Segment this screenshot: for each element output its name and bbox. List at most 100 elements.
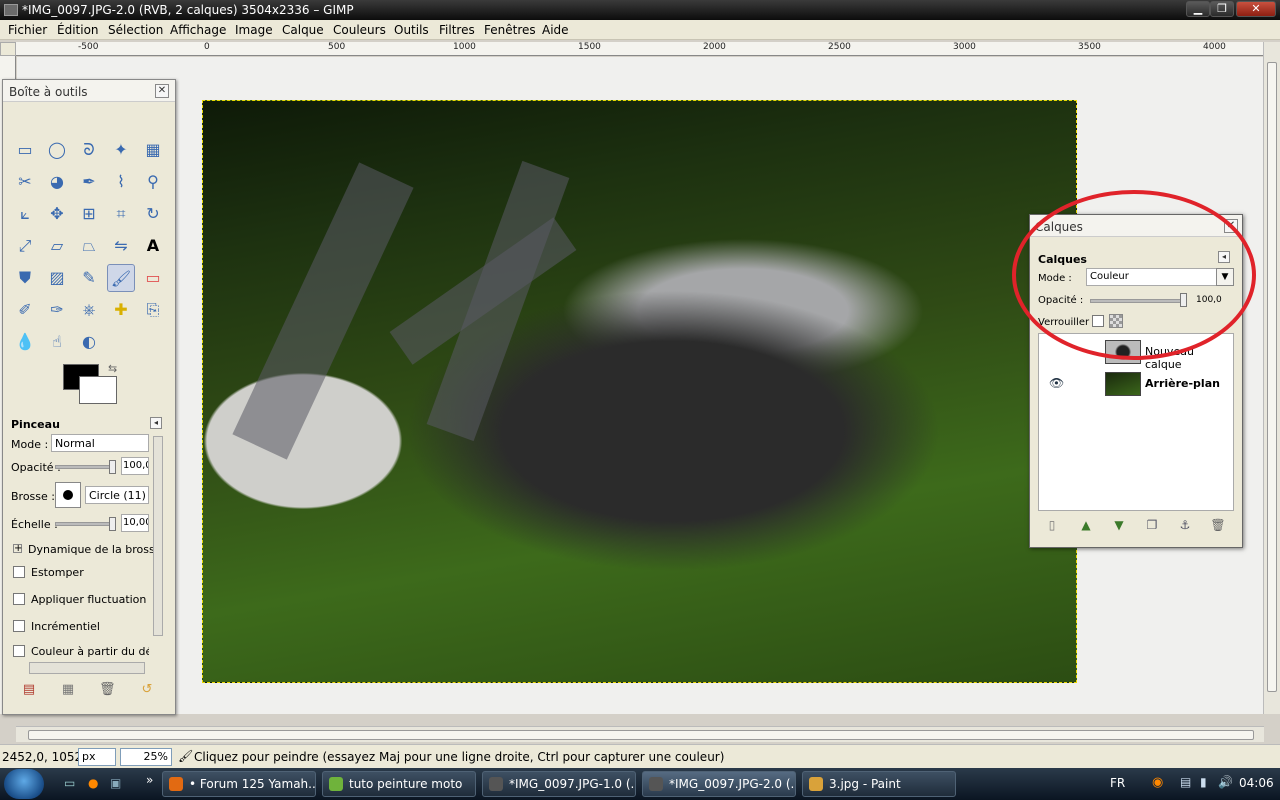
new-layer-icon[interactable]: ▯ bbox=[1044, 517, 1060, 533]
bucket-fill-icon[interactable]: ⛊ bbox=[11, 264, 39, 292]
power-icon[interactable]: ▮ bbox=[1200, 775, 1207, 789]
measure-icon[interactable]: ⟀ bbox=[11, 200, 39, 228]
menu-aide[interactable]: Aide bbox=[542, 23, 569, 37]
ellipse-select-icon[interactable]: ◯ bbox=[43, 136, 71, 164]
shear-icon[interactable]: ▱ bbox=[43, 232, 71, 260]
raise-layer-icon[interactable]: ▲ bbox=[1078, 517, 1094, 533]
more-icon[interactable]: » bbox=[146, 773, 153, 787]
firefox-icon[interactable]: ● bbox=[88, 776, 98, 790]
scale-value[interactable]: 10,00 bbox=[121, 514, 149, 532]
menu-image[interactable]: Image bbox=[235, 23, 273, 37]
incremental-checkbox[interactable] bbox=[13, 620, 25, 632]
horizontal-scrollbar[interactable] bbox=[16, 726, 1264, 742]
reset-options-icon[interactable]: ↺ bbox=[139, 682, 155, 698]
rect-select-icon[interactable]: ▭ bbox=[11, 136, 39, 164]
delete-layer-icon[interactable]: 🗑 bbox=[1210, 517, 1226, 533]
taskbar-item[interactable]: *IMG_0097.JPG-1.0 (... bbox=[482, 771, 636, 797]
options-menu-icon[interactable]: ◂ bbox=[150, 417, 162, 429]
layer-row[interactable]: 👁 Arrière-plan bbox=[1039, 370, 1233, 398]
color-select-icon[interactable]: ▦ bbox=[139, 136, 167, 164]
menu-selection[interactable]: Sélection bbox=[108, 23, 163, 37]
scroll-thumb[interactable] bbox=[28, 730, 1254, 740]
text-icon[interactable]: A bbox=[139, 232, 167, 260]
perspective-icon[interactable]: ⏢ bbox=[75, 232, 103, 260]
options-scrollbar[interactable] bbox=[153, 436, 163, 636]
scroll-thumb[interactable] bbox=[1267, 62, 1277, 692]
zoom-icon[interactable]: ⚲ bbox=[139, 168, 167, 196]
save-options-icon[interactable]: ▤ bbox=[21, 682, 37, 698]
flip-icon[interactable]: ⇋ bbox=[107, 232, 135, 260]
crop-icon[interactable]: ⌗ bbox=[107, 200, 135, 228]
explorer-icon[interactable]: ▣ bbox=[110, 776, 121, 790]
scale-slider[interactable] bbox=[55, 522, 115, 526]
background-color-swatch[interactable] bbox=[79, 376, 117, 404]
zoom-select[interactable]: 25% bbox=[120, 748, 172, 766]
brush-name[interactable]: Circle (11) bbox=[85, 486, 149, 504]
perspective-clone-icon[interactable]: ⎘ bbox=[139, 296, 167, 324]
menu-outils[interactable]: Outils bbox=[394, 23, 429, 37]
blur-icon[interactable]: 💧 bbox=[11, 328, 39, 356]
swap-colors-icon[interactable]: ⇆ bbox=[108, 362, 117, 375]
clone-icon[interactable]: ⎈ bbox=[75, 296, 103, 324]
paths-icon[interactable]: ✒ bbox=[75, 168, 103, 196]
anchor-icon[interactable]: ⚓ bbox=[1177, 517, 1193, 533]
scissors-icon[interactable]: ✂ bbox=[11, 168, 39, 196]
tray-icon[interactable]: ◉ bbox=[1152, 775, 1163, 790]
taskbar-item[interactable]: 3.jpg - Paint bbox=[802, 771, 956, 797]
gradient-checkbox[interactable] bbox=[13, 645, 25, 657]
menu-fenetres[interactable]: Fenêtres bbox=[484, 23, 536, 37]
menu-calque[interactable]: Calque bbox=[282, 23, 324, 37]
jitter-checkbox[interactable] bbox=[13, 593, 25, 605]
language-indicator[interactable]: FR bbox=[1110, 776, 1125, 790]
eraser-icon[interactable]: ▭ bbox=[139, 264, 167, 292]
color-picker-icon[interactable]: ⌇ bbox=[107, 168, 135, 196]
ruler-corner-button[interactable] bbox=[0, 42, 16, 56]
close-icon[interactable]: ✕ bbox=[155, 84, 169, 98]
airbrush-icon[interactable]: ✐ bbox=[11, 296, 39, 324]
dynamics-label[interactable]: Dynamique de la brosse bbox=[28, 543, 161, 556]
fuzzy-select-icon[interactable]: ✦ bbox=[107, 136, 135, 164]
unit-select[interactable]: px bbox=[78, 748, 116, 766]
lasso-icon[interactable]: ᘐ bbox=[75, 136, 103, 164]
mode-select[interactable]: Normal bbox=[51, 434, 149, 452]
blend-icon[interactable]: ▨ bbox=[43, 264, 71, 292]
align-icon[interactable]: ⊞ bbox=[75, 200, 103, 228]
menu-filtres[interactable]: Filtres bbox=[439, 23, 475, 37]
eye-icon[interactable]: 👁 bbox=[1049, 376, 1064, 390]
brush-preview[interactable] bbox=[55, 482, 81, 508]
pencil-icon[interactable]: ✎ bbox=[75, 264, 103, 292]
smudge-icon[interactable]: ☝ bbox=[43, 328, 71, 356]
network-icon[interactable]: ▤ bbox=[1180, 775, 1191, 789]
ink-icon[interactable]: ✑ bbox=[43, 296, 71, 324]
show-desktop-icon[interactable]: ▭ bbox=[64, 776, 75, 790]
start-button[interactable] bbox=[4, 769, 44, 799]
taskbar-item[interactable]: *IMG_0097.JPG-2.0 (... bbox=[642, 771, 796, 797]
opacity-slider-knob[interactable] bbox=[109, 460, 116, 474]
expander-icon[interactable]: + bbox=[13, 544, 22, 554]
volume-icon[interactable]: 🔊 bbox=[1218, 775, 1233, 789]
motorcycle-photo[interactable] bbox=[202, 100, 1077, 683]
scale-icon[interactable]: ⤢ bbox=[11, 232, 39, 260]
menu-couleurs[interactable]: Couleurs bbox=[333, 23, 386, 37]
delete-options-icon[interactable]: 🗑 bbox=[99, 682, 116, 698]
scale-slider-knob[interactable] bbox=[109, 517, 116, 531]
menu-fichier[interactable]: Fichier bbox=[8, 23, 47, 37]
menu-edition[interactable]: Édition bbox=[57, 23, 99, 37]
menu-affichage[interactable]: Affichage bbox=[170, 23, 226, 37]
foreground-select-icon[interactable]: ◕ bbox=[43, 168, 71, 196]
rotate-icon[interactable]: ↻ bbox=[139, 200, 167, 228]
taskbar-item[interactable]: tuto peinture moto bbox=[322, 771, 476, 797]
dodge-burn-icon[interactable]: ◐ bbox=[75, 328, 103, 356]
taskbar-item[interactable]: • Forum 125 Yamah... bbox=[162, 771, 316, 797]
duplicate-layer-icon[interactable]: ❐ bbox=[1144, 517, 1160, 533]
paintbrush-icon[interactable]: 🖌 bbox=[107, 264, 135, 292]
minimize-button[interactable]: ▁ bbox=[1186, 1, 1210, 17]
heal-icon[interactable]: ✚ bbox=[107, 296, 135, 324]
move-icon[interactable]: ✥ bbox=[43, 200, 71, 228]
clock[interactable]: 04:06 bbox=[1239, 776, 1274, 790]
restore-options-icon[interactable]: ▦ bbox=[60, 682, 76, 698]
opacity-slider[interactable] bbox=[55, 465, 115, 469]
vertical-scrollbar[interactable] bbox=[1263, 42, 1280, 714]
opacity-value[interactable]: 100,0 bbox=[121, 457, 149, 475]
maximize-button[interactable]: ❐ bbox=[1210, 1, 1234, 17]
